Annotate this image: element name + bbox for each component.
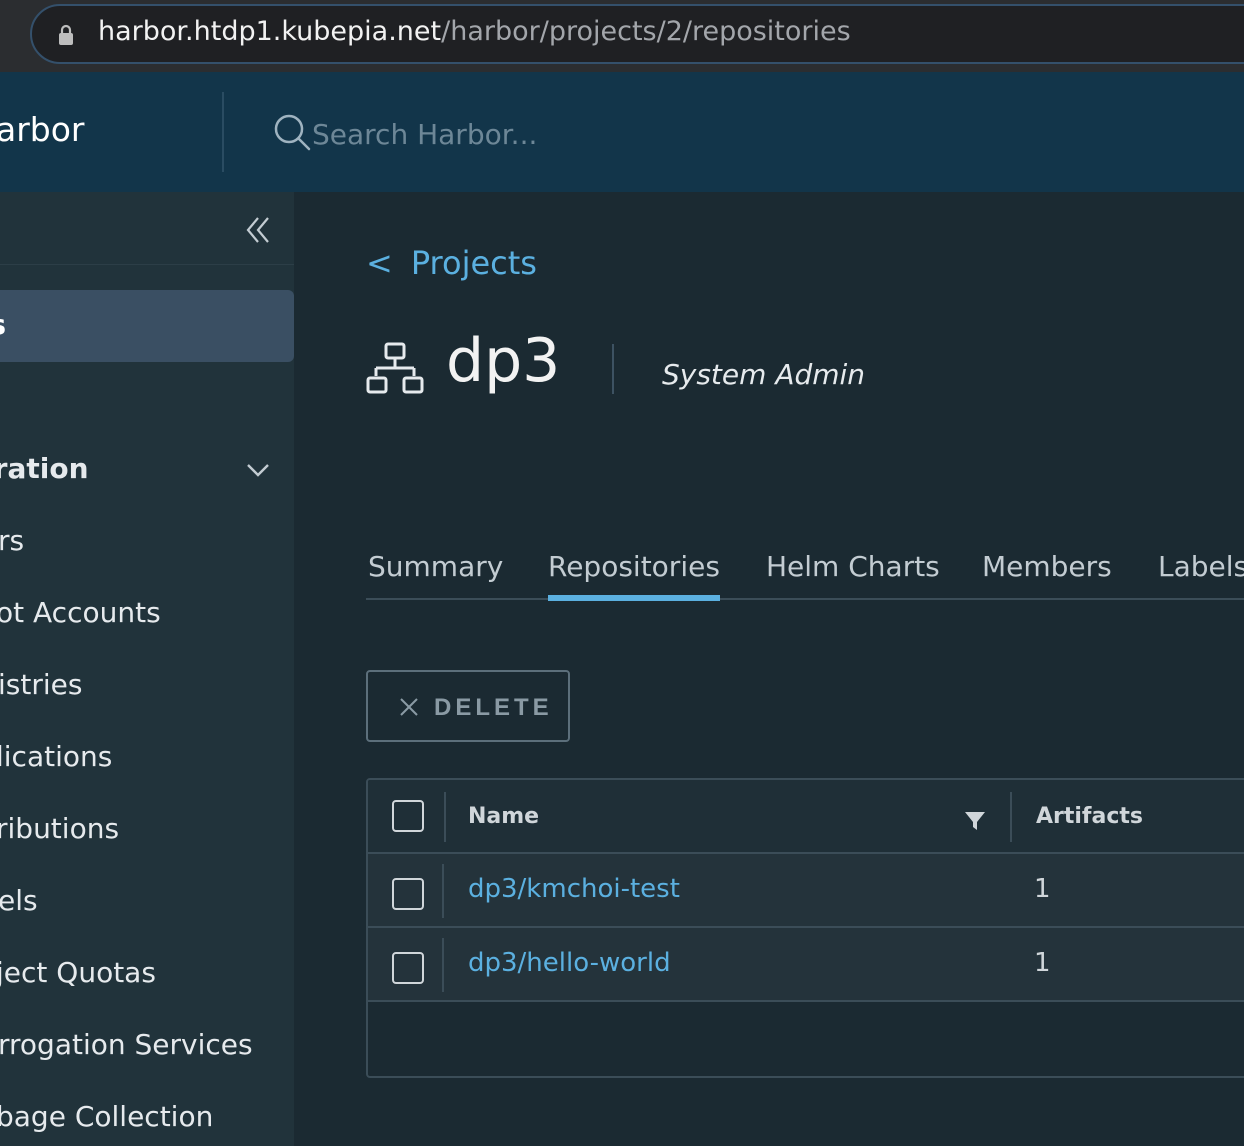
url-path: /harbor/projects/2/repositories <box>441 16 851 47</box>
sidebar-group-administration[interactable]: istration <box>0 442 294 498</box>
column-divider <box>1010 792 1012 842</box>
sidebar-item-label: ts <box>0 308 6 341</box>
tab-helm-charts[interactable]: Helm Charts <box>766 550 940 600</box>
search-icon <box>274 114 311 151</box>
delete-button-label: DELETE <box>434 694 553 721</box>
sidebar-item-users[interactable]: rs <box>0 516 294 572</box>
artifact-count: 1 <box>1034 874 1051 904</box>
page-title: dp3 <box>446 326 561 396</box>
lock-icon <box>59 24 73 45</box>
table-row: dp3/hello-world 1 <box>368 928 1244 1002</box>
sidebar-item-project-quotas[interactable]: ject Quotas <box>0 948 294 1004</box>
table-header: Name Artifacts <box>368 780 1244 854</box>
title-divider <box>612 344 614 394</box>
sidebar-item-label: ributions <box>0 812 120 845</box>
role-label: System Admin <box>662 358 866 391</box>
sidebar-item-registries[interactable]: istries <box>0 660 294 716</box>
search-input[interactable] <box>312 114 732 154</box>
collapse-sidebar-icon[interactable] <box>238 210 278 250</box>
filter-icon[interactable] <box>964 810 986 832</box>
sidebar-item-label: els <box>0 884 38 917</box>
tab-labels[interactable]: Labels <box>1158 550 1244 600</box>
tab-repositories[interactable]: Repositories <box>548 550 720 601</box>
sidebar-item-label: bage Collection <box>0 1100 214 1133</box>
sidebar-item-projects[interactable]: ts <box>0 290 294 362</box>
column-header-artifacts[interactable]: Artifacts <box>1036 804 1143 829</box>
breadcrumb-label: Projects <box>410 244 537 282</box>
delete-button[interactable]: DELETE <box>366 670 570 742</box>
repository-link[interactable]: dp3/kmchoi-test <box>468 874 680 904</box>
breadcrumb-projects-link[interactable]: < Projects <box>366 244 537 282</box>
sidebar-item-garbage-collection[interactable]: bage Collection <box>0 1092 294 1146</box>
column-header-name[interactable]: Name <box>468 804 539 829</box>
select-all-checkbox[interactable] <box>392 800 424 832</box>
sidebar-item-labels[interactable]: els <box>0 876 294 932</box>
close-icon <box>400 698 418 716</box>
brand-title[interactable]: arbor <box>0 110 85 149</box>
sidebar: ts istration rs ot Accounts istries lica… <box>0 192 294 1146</box>
browser-toolbar: harbor.htdp1.kubepia.net/harbor/projects… <box>0 0 1244 72</box>
url-text[interactable]: harbor.htdp1.kubepia.net/harbor/projects… <box>98 16 851 47</box>
sidebar-divider <box>0 264 294 265</box>
column-divider <box>444 792 446 842</box>
sidebar-group-label: istration <box>0 452 89 485</box>
url-host: harbor.htdp1.kubepia.net <box>98 16 442 47</box>
sidebar-item-label: ot Accounts <box>0 596 161 629</box>
artifact-count: 1 <box>1034 948 1051 978</box>
sidebar-item-label: rrogation Services <box>0 1028 253 1061</box>
column-divider <box>442 938 444 992</box>
chevron-left-icon: < <box>366 244 393 282</box>
sidebar-item-label: istries <box>0 668 83 701</box>
main-content: < Projects dp3 System Admin Summary Repos… <box>294 192 1244 1146</box>
column-divider <box>442 864 444 918</box>
header-divider <box>222 92 224 172</box>
app-header: arbor <box>0 72 1244 192</box>
sidebar-item-robot-accounts[interactable]: ot Accounts <box>0 588 294 644</box>
chevron-down-icon <box>247 464 269 477</box>
table-row: dp3/kmchoi-test 1 <box>368 854 1244 928</box>
sidebar-item-distributions[interactable]: ributions <box>0 804 294 860</box>
repository-link[interactable]: dp3/hello-world <box>468 948 671 978</box>
row-checkbox[interactable] <box>392 952 424 984</box>
tab-bar: Summary Repositories Helm Charts Members… <box>366 550 1244 601</box>
sidebar-item-label: lications <box>0 740 113 773</box>
row-checkbox[interactable] <box>392 878 424 910</box>
sidebar-item-interrogation-services[interactable]: rrogation Services <box>0 1020 294 1076</box>
tab-members[interactable]: Members <box>982 550 1112 600</box>
sidebar-item-label: rs <box>0 524 25 557</box>
project-icon <box>366 342 424 394</box>
repositories-table: Name Artifacts dp3/kmchoi-test 1 dp3/hel… <box>366 778 1244 1078</box>
sidebar-item-label: ject Quotas <box>0 956 156 989</box>
tab-summary[interactable]: Summary <box>368 550 503 600</box>
sidebar-item-replications[interactable]: lications <box>0 732 294 788</box>
